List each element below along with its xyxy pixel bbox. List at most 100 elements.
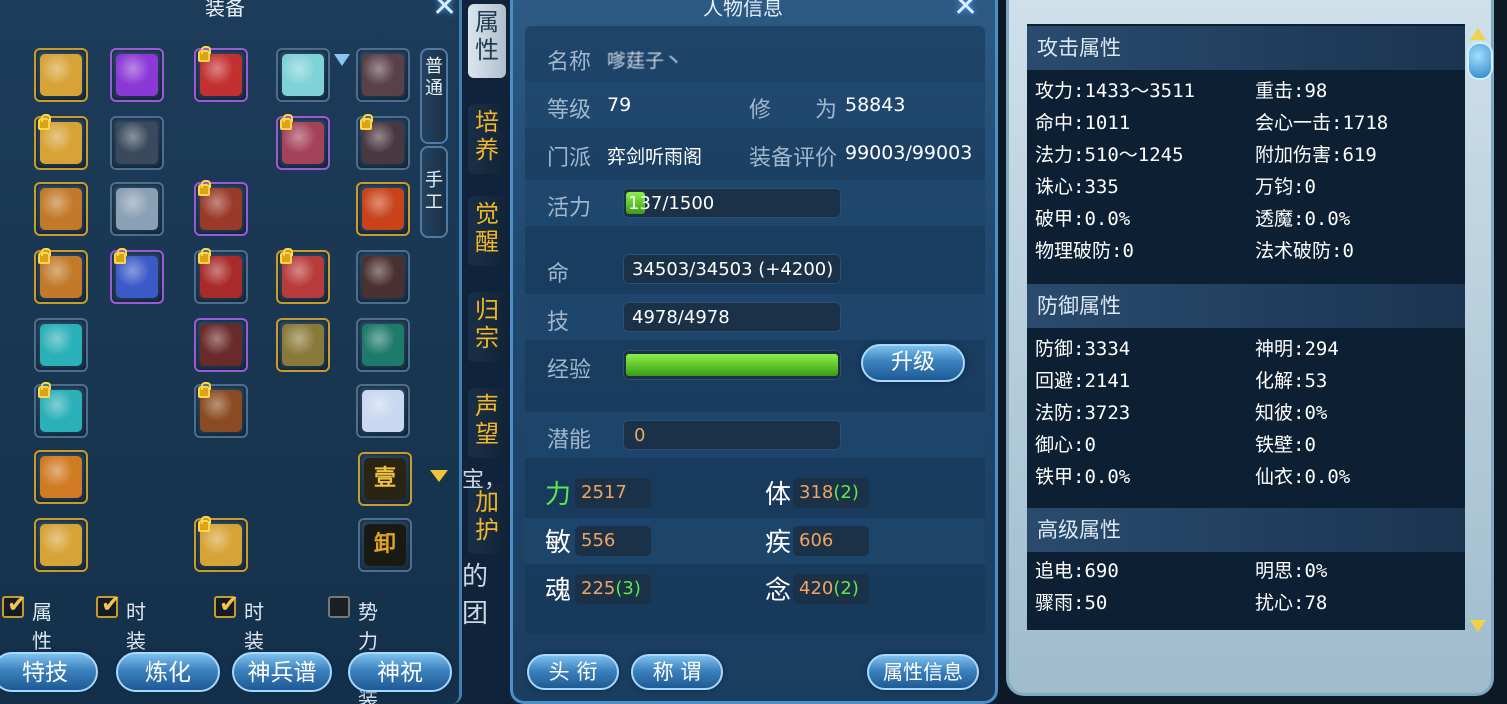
attribute-info-button[interactable]: 属性信息 [867,654,979,690]
strength-value: 2517 [581,482,627,503]
equipment-slot[interactable] [356,114,410,170]
equipment-slot[interactable] [110,116,164,170]
grid-scroll-up-icon[interactable] [334,54,350,66]
lock-icon [38,248,51,264]
equipment-slot[interactable] [194,318,248,372]
attribute-value: 附加伤害:619 [1255,144,1377,166]
equipment-slot[interactable] [34,48,88,102]
equipment-panel-title: 装备 [205,0,245,20]
character-close-icon[interactable]: ✕ [953,0,978,22]
vitality-value: 137/1500 [628,193,715,214]
equipment-slot[interactable] [194,516,248,572]
equipment-item-icon [282,54,324,96]
potential-value: 0 [634,425,646,446]
tab-handcraft[interactable]: 手工 [420,146,448,238]
side-tab-reputation[interactable]: 声望 [468,388,506,458]
equipment-slot[interactable] [356,182,410,236]
equipment-slot[interactable] [356,318,410,372]
fashion-hat-checkbox[interactable]: ✔ [96,590,121,618]
equipment-item-icon [40,54,82,96]
stat-speed-value: 606 [793,526,869,556]
grid-scroll-down-icon[interactable] [430,470,448,482]
attribute-value: 神明:294 [1255,338,1339,360]
attribute-value: 化解:53 [1255,370,1328,392]
speed-value: 606 [799,530,834,551]
faction-fashion-checkbox[interactable] [328,596,350,618]
background-chat-text-2: 的团 [462,562,489,629]
equipment-slot[interactable] [356,48,410,102]
divine-weapon-button[interactable]: 神兵谱 [232,652,332,692]
exp-label: 经验 [547,358,592,383]
scroll-up-icon[interactable] [1470,28,1486,40]
level-value: 79 [607,94,632,116]
equipment-slot[interactable] [356,384,410,438]
side-tab-training[interactable]: 培养 [468,104,506,174]
side-tab-awaken[interactable]: 觉醒 [468,196,506,266]
equipment-slot[interactable] [194,46,248,102]
equipment-slot[interactable] [34,318,88,372]
title-button[interactable]: 头 衔 [527,654,619,690]
seal-slot-one[interactable]: 壹 [358,452,412,506]
equipment-slot[interactable] [194,382,248,438]
vitality-bar: 137/1500 [623,188,841,218]
stat-mind-label: 念 [765,576,792,606]
character-side-tabs: 属性 培养 觉醒 归宗 声望 加护 宝， 的团 [462,0,510,704]
equipment-close-icon[interactable]: ✕ [432,0,457,22]
stat-soul-label: 魂 [545,576,572,606]
attribute-scrollbar[interactable] [1467,28,1493,632]
game-screen: 装备 ✕ 普通 手工 壹 卸 ✔ 属性 ✔ 时装帽 ✔ 时装衣 势力时装 特技 … [0,0,1507,704]
check-icon: ✔ [101,590,122,618]
equipment-item-icon [40,524,82,566]
equipment-slot[interactable] [34,382,88,438]
exp-bar-fill [626,354,838,376]
agility-value: 556 [581,530,616,551]
equipment-slot[interactable] [34,518,88,572]
equipment-slot[interactable] [194,180,248,236]
attribute-value: 回避:2141 [1035,370,1131,392]
equipment-slot[interactable] [276,248,330,304]
constitution-bonus: (2) [833,482,859,503]
attribute-value: 明思:0% [1255,560,1328,582]
scroll-down-icon[interactable] [1470,620,1486,632]
equipment-slot[interactable] [34,450,88,504]
potential-row: 潜能 0 [525,412,985,458]
hp-label: 命 [547,262,570,287]
side-tab-return[interactable]: 归宗 [468,292,506,362]
equipment-slot[interactable] [34,248,88,304]
equipment-slot[interactable] [276,114,330,170]
side-tab-attributes[interactable]: 属性 [468,4,506,78]
blessing-button[interactable]: 神祝 [348,652,452,692]
tab-normal[interactable]: 普通 [420,48,448,144]
advanced-section-title: 高级属性 [1027,508,1465,552]
equipment-slot[interactable] [110,48,164,102]
special-skill-button[interactable]: 特技 [0,652,98,692]
attribute-checkbox[interactable]: ✔ [2,590,27,618]
attribute-value: 法术破防:0 [1255,240,1354,262]
equipment-slot[interactable] [356,250,410,304]
attribute-value: 重击:98 [1255,80,1328,102]
refine-button[interactable]: 炼化 [116,652,220,692]
lock-icon [198,248,211,264]
equipment-slot[interactable] [34,114,88,170]
equipment-slot[interactable] [110,248,164,304]
unequip-slot[interactable]: 卸 [358,518,412,572]
equipment-slot[interactable] [194,248,248,304]
stat-agility-value: 556 [575,526,651,556]
attribute-value: 骤雨:50 [1035,592,1108,614]
equipment-slot[interactable] [276,48,330,102]
scroll-thumb[interactable] [1467,42,1493,80]
attribute-value: 法防:3723 [1035,402,1131,424]
lock-icon [360,114,373,130]
fashion-clothes-checkbox[interactable]: ✔ [214,590,239,618]
exp-bar [623,350,841,380]
appellation-button[interactable]: 称 谓 [631,654,723,690]
stat-agility-label: 敏 [545,528,572,558]
level-up-button[interactable]: 升级 [861,344,965,382]
lock-icon [198,46,211,62]
side-tab-protection[interactable]: 加护 [468,484,506,554]
equipment-item-icon [362,390,404,432]
equipment-slot[interactable] [34,182,88,236]
faction-label: 门派 [547,146,592,171]
equipment-slot[interactable] [110,182,164,236]
equipment-slot[interactable] [276,318,330,372]
